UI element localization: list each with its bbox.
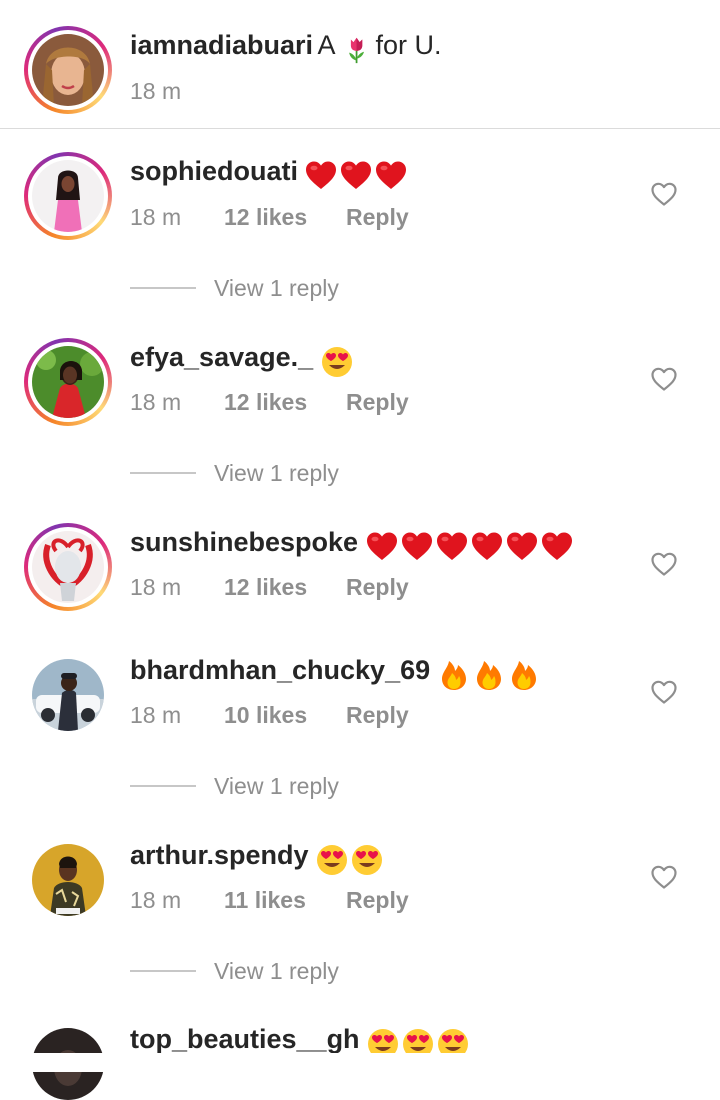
reply-button[interactable]: Reply bbox=[346, 204, 409, 230]
like-heart-icon[interactable] bbox=[650, 180, 678, 208]
avatar[interactable] bbox=[24, 152, 112, 240]
comment-time: 18 m bbox=[130, 702, 182, 728]
tulip-icon bbox=[343, 36, 371, 64]
comment-username[interactable]: efya_savage._ bbox=[130, 342, 313, 372]
bottom-mask bbox=[0, 1053, 720, 1072]
view-replies-label: View 1 reply bbox=[214, 274, 339, 301]
likes-count[interactable]: 12 likes bbox=[224, 204, 346, 231]
avatar[interactable] bbox=[32, 844, 104, 916]
profile-photo bbox=[32, 160, 104, 232]
heart-eyes-icon bbox=[316, 844, 348, 876]
comment-username[interactable]: arthur.spendy bbox=[130, 840, 309, 870]
profile-photo bbox=[32, 531, 104, 603]
likes-count[interactable]: 11 likes bbox=[224, 887, 346, 914]
avatar[interactable] bbox=[24, 26, 112, 114]
red-heart-icon bbox=[471, 531, 503, 563]
fire-icon bbox=[473, 659, 505, 691]
post-caption: iamnadiabuari A for U. 18 m bbox=[0, 0, 720, 128]
red-heart-icon bbox=[436, 531, 468, 563]
caption-text-end: for U. bbox=[375, 30, 442, 60]
likes-count[interactable]: 12 likes bbox=[224, 574, 346, 601]
divider bbox=[130, 472, 196, 474]
red-heart-icon bbox=[340, 160, 372, 192]
divider bbox=[130, 970, 196, 972]
divider bbox=[130, 287, 196, 289]
view-replies-label: View 1 reply bbox=[214, 957, 339, 984]
comment-time: 18 m bbox=[130, 574, 182, 600]
reply-button[interactable]: Reply bbox=[346, 887, 409, 913]
red-heart-icon bbox=[305, 160, 337, 192]
comment-time: 18 m bbox=[130, 204, 182, 230]
view-replies[interactable]: View 1 reply bbox=[130, 956, 339, 986]
avatar[interactable] bbox=[24, 523, 112, 611]
like-heart-icon[interactable] bbox=[650, 863, 678, 891]
profile-photo bbox=[32, 844, 104, 916]
red-heart-icon bbox=[401, 531, 433, 563]
fire-icon bbox=[508, 659, 540, 691]
avatar[interactable] bbox=[32, 659, 104, 731]
red-heart-icon bbox=[541, 531, 573, 563]
reply-button[interactable]: Reply bbox=[346, 702, 409, 728]
comment-username[interactable]: bhardmhan_chucky_69 bbox=[130, 655, 430, 685]
red-heart-icon bbox=[366, 531, 398, 563]
caption-meta: 18 m bbox=[130, 78, 224, 105]
profile-photo bbox=[32, 659, 104, 731]
comment-time: 18 m bbox=[130, 389, 182, 415]
comment-username[interactable]: top_beauties__gh bbox=[130, 1024, 360, 1054]
likes-count[interactable]: 10 likes bbox=[224, 702, 346, 729]
fire-icon bbox=[438, 659, 470, 691]
red-heart-icon bbox=[506, 531, 538, 563]
reply-button[interactable]: Reply bbox=[346, 574, 409, 600]
heart-eyes-icon bbox=[321, 346, 353, 378]
caption-username[interactable]: iamnadiabuari bbox=[130, 30, 313, 60]
like-heart-icon[interactable] bbox=[650, 678, 678, 706]
comment-username[interactable]: sunshinebespoke bbox=[130, 527, 358, 557]
like-heart-icon[interactable] bbox=[650, 550, 678, 578]
divider bbox=[130, 785, 196, 787]
caption-time: 18 m bbox=[130, 78, 182, 104]
caption-text: A bbox=[317, 30, 336, 60]
reply-button[interactable]: Reply bbox=[346, 389, 409, 415]
comment-username[interactable]: sophiedouati bbox=[130, 156, 298, 186]
view-replies[interactable]: View 1 reply bbox=[130, 273, 339, 303]
like-heart-icon[interactable] bbox=[650, 365, 678, 393]
profile-photo bbox=[32, 34, 104, 106]
comment-time: 18 m bbox=[130, 887, 182, 913]
view-replies-label: View 1 reply bbox=[214, 772, 339, 799]
profile-photo bbox=[32, 346, 104, 418]
avatar[interactable] bbox=[24, 338, 112, 426]
view-replies[interactable]: View 1 reply bbox=[130, 458, 339, 488]
likes-count[interactable]: 12 likes bbox=[224, 389, 346, 416]
view-replies-label: View 1 reply bbox=[214, 459, 339, 486]
red-heart-icon bbox=[375, 160, 407, 192]
heart-eyes-icon bbox=[351, 844, 383, 876]
divider bbox=[0, 128, 720, 129]
view-replies[interactable]: View 1 reply bbox=[130, 771, 339, 801]
